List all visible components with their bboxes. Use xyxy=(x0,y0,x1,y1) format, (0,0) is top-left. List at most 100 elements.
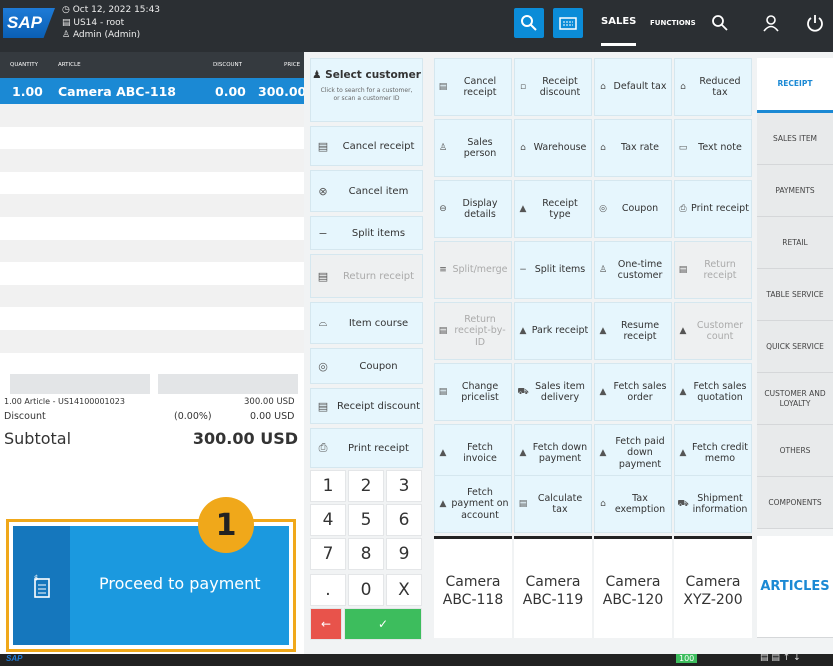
tab-components[interactable]: COMPONENTS xyxy=(757,477,833,529)
grid-warehouse[interactable]: ⌂ Warehouse xyxy=(514,119,592,177)
print-receipt-button[interactable]: ⎙ Print receipt xyxy=(310,428,423,468)
grid-calculate-tax[interactable]: ▤ Calculate tax xyxy=(514,475,592,533)
return-icon: ▤ xyxy=(438,326,448,336)
user-button[interactable] xyxy=(758,10,784,36)
article-amount: 300.00 USD xyxy=(244,397,295,407)
key-7[interactable]: 7 xyxy=(310,538,346,570)
key-3[interactable]: 3 xyxy=(386,470,422,502)
cancel-receipt-button[interactable]: ▤ Cancel receipt xyxy=(310,126,423,166)
grid-fetch-down-payment[interactable]: ▲ Fetch down payment xyxy=(514,424,592,482)
grid-fetch-sales-quotation[interactable]: ▲ Fetch sales quotation xyxy=(674,363,752,421)
grid-split-items[interactable]: − Split items xyxy=(514,241,592,299)
grid-change-pricelist[interactable]: ▤ Change pricelist xyxy=(434,363,512,421)
receipt-discount-button[interactable]: ▤ Receipt discount xyxy=(310,388,423,424)
backspace-button[interactable]: ← xyxy=(310,608,342,640)
tab-others[interactable]: OTHERS xyxy=(757,425,833,477)
grid-tax-rate[interactable]: ⌂ Tax rate xyxy=(594,119,672,177)
tab-customer-and-loyalty[interactable]: CUSTOMER AND LOYALTY xyxy=(757,373,833,425)
search-header-button[interactable] xyxy=(707,10,733,36)
grid-return-receipt[interactable]: ▤ Return receipt xyxy=(674,241,752,299)
return-receipt-button[interactable]: ▤ Return receipt xyxy=(310,254,423,298)
key-9[interactable]: 9 xyxy=(386,538,422,570)
key-1[interactable]: 1 xyxy=(310,470,346,502)
receipt-panel: QUANTITY ARTICLE DISCOUNT PRICE 1.00 Cam… xyxy=(0,52,306,654)
grid-park-receipt[interactable]: ▲ Park receipt xyxy=(514,302,592,360)
tab-sales-item[interactable]: SALES ITEM xyxy=(757,113,833,165)
sap-logo: SAP xyxy=(3,8,55,38)
grid-display-details[interactable]: ⊖ Display details xyxy=(434,180,512,238)
grid-shipment-information[interactable]: ⛟ Shipment information xyxy=(674,475,752,533)
key-0[interactable]: 0 xyxy=(348,574,384,606)
grid-coupon[interactable]: ◎ Coupon xyxy=(594,180,672,238)
split-items-button[interactable]: − Split items xyxy=(310,216,423,250)
grid-fetch-payment-on-account[interactable]: ▲ Fetch payment on account xyxy=(434,475,512,533)
tab-table-service[interactable]: TABLE SERVICE xyxy=(757,269,833,321)
return-icon: ▤ xyxy=(678,265,688,275)
key-5[interactable]: 5 xyxy=(348,504,384,536)
park-icon: ▲ xyxy=(519,326,527,336)
grid-cancel-receipt[interactable]: ▤ Cancel receipt xyxy=(434,58,512,116)
tab-retail[interactable]: RETAIL xyxy=(757,217,833,269)
scroll-up-button[interactable] xyxy=(10,374,150,394)
grid-receipt-type[interactable]: ▲ Receipt type xyxy=(514,180,592,238)
grid-sales-item-delivery[interactable]: ⛟ Sales item delivery xyxy=(514,363,592,421)
grid-print-receipt[interactable]: ⎙ Print receipt xyxy=(674,180,752,238)
proceed-to-payment-button[interactable]: $ Proceed to payment xyxy=(13,526,289,645)
proceed-label: Proceed to payment xyxy=(99,574,261,593)
grid-customer-count[interactable]: ▲ Customer count xyxy=(674,302,752,360)
power-button[interactable] xyxy=(802,10,828,36)
tab-sales[interactable]: SALES xyxy=(601,0,637,46)
note-icon: ▭ xyxy=(678,143,688,153)
row-quantity: 1.00 xyxy=(12,84,43,99)
discount-percent: (0.00%) xyxy=(174,411,212,422)
grid-return-receipt-by-id[interactable]: ▤ Return receipt-by-ID xyxy=(434,302,512,360)
article-tile[interactable]: Camera XYZ-200 xyxy=(674,536,752,638)
coupon-button[interactable]: ◎ Coupon xyxy=(310,348,423,384)
key-6[interactable]: 6 xyxy=(386,504,422,536)
keyboard-button[interactable] xyxy=(553,8,583,38)
grid-sales-person[interactable]: ♙ Sales person xyxy=(434,119,512,177)
grid-fetch-paid-down-payment[interactable]: ▲ Fetch paid down payment xyxy=(594,424,672,482)
table-row[interactable]: 1.00 Camera ABC-118 0.00 300.00 xyxy=(0,78,306,104)
key-2[interactable]: 2 xyxy=(348,470,384,502)
tax-icon: ⌂ xyxy=(600,143,606,153)
grid-fetch-credit-memo[interactable]: ▲ Fetch credit memo xyxy=(674,424,752,482)
col-quantity: QUANTITY xyxy=(10,62,38,68)
key-decimal[interactable]: . xyxy=(310,574,346,606)
item-course-button[interactable]: ⌓ Item course xyxy=(310,302,423,344)
tab-receipt[interactable]: RECEIPT xyxy=(757,58,833,113)
grid-default-tax[interactable]: ⌂ Default tax xyxy=(594,58,672,116)
tab-articles[interactable]: ARTICLES xyxy=(757,536,833,638)
grid-tax-exemption[interactable]: ⌂ Tax exemption xyxy=(594,475,672,533)
top-bar: SAP ◷ Oct 12, 2022 15:43 ▤ US14 - root ♙… xyxy=(0,0,833,52)
article-tile[interactable]: Camera ABC-120 xyxy=(594,536,672,638)
grid-fetch-sales-order[interactable]: ▲ Fetch sales order xyxy=(594,363,672,421)
tab-functions[interactable]: FUNCTIONS xyxy=(650,0,696,46)
confirm-button[interactable]: ✓ xyxy=(344,608,422,640)
key-clear[interactable]: X xyxy=(386,574,422,606)
grid-resume-receipt[interactable]: ▲ Resume receipt xyxy=(594,302,672,360)
search-icon xyxy=(712,15,728,31)
scroll-down-button[interactable] xyxy=(158,374,298,394)
article-tile[interactable]: Camera ABC-119 xyxy=(514,536,592,638)
tab-payments[interactable]: PAYMENTS xyxy=(757,165,833,217)
cancel-item-button[interactable]: ⊗ Cancel item xyxy=(310,170,423,212)
grid-one-time-customer[interactable]: ♙ One-time customer xyxy=(594,241,672,299)
store-icon: ▤ xyxy=(62,17,74,28)
key-8[interactable]: 8 xyxy=(348,538,384,570)
grid-reduced-tax[interactable]: ⌂ Reduced tax xyxy=(674,58,752,116)
fetch-icon: ▲ xyxy=(439,499,447,509)
col-article: ARTICLE xyxy=(58,62,81,68)
tax-icon: ⌂ xyxy=(680,82,686,92)
grid-receipt-discount[interactable]: ▫ Receipt discount xyxy=(514,58,592,116)
step-badge: 1 xyxy=(198,497,254,553)
grid-text-note[interactable]: ▭ Text note xyxy=(674,119,752,177)
search-button[interactable] xyxy=(514,8,544,38)
key-4[interactable]: 4 xyxy=(310,504,346,536)
select-customer-button[interactable]: ♟ Select customer Click to search for a … xyxy=(310,58,423,122)
article-tile[interactable]: Camera ABC-118 xyxy=(434,536,512,638)
grid-fetch-invoice[interactable]: ▲ Fetch invoice xyxy=(434,424,512,482)
tab-quick-service[interactable]: QUICK SERVICE xyxy=(757,321,833,373)
fetch-icon: ▲ xyxy=(439,448,447,458)
grid-split-merge[interactable]: ≡ Split/merge xyxy=(434,241,512,299)
